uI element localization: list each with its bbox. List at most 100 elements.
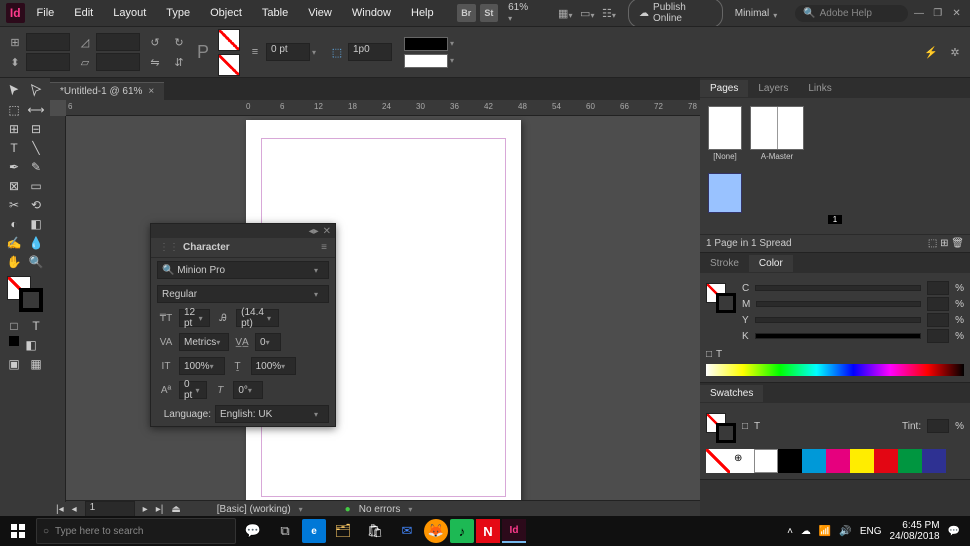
kerning-input[interactable]: Metrics▾ (179, 333, 229, 351)
swatch-paper[interactable] (754, 449, 778, 473)
tab-pages[interactable]: Pages (700, 80, 748, 97)
menu-help[interactable]: Help (403, 3, 442, 23)
view-options-icon[interactable]: ☷ (602, 4, 620, 22)
menu-type[interactable]: Type (158, 3, 198, 23)
selection-tool-icon[interactable] (4, 82, 24, 100)
shear-input[interactable] (96, 53, 140, 71)
menu-window[interactable]: Window (344, 3, 399, 23)
arrange-icon[interactable]: ▦ (558, 4, 576, 22)
swatch-blue[interactable] (922, 449, 946, 473)
tab-layers[interactable]: Layers (748, 80, 798, 97)
spectrum-picker[interactable] (706, 364, 964, 376)
zoom-tool-icon[interactable]: 🔍 (26, 253, 46, 271)
minimize-icon[interactable]: — (912, 7, 927, 19)
gap-tool-icon[interactable]: ⟷ (26, 101, 46, 119)
font-style-input[interactable]: Regular▾ (157, 285, 329, 303)
ref-point-icon[interactable]: ⊞ (6, 33, 24, 51)
swatch-red[interactable] (874, 449, 898, 473)
tray-chevron-icon[interactable]: ˄ (787, 526, 793, 537)
preview-mode-icon[interactable]: ▦ (26, 355, 46, 373)
hscale-input[interactable]: 100%▾ (251, 357, 297, 375)
swatch-container-icon[interactable]: □ (742, 421, 748, 432)
rotate-cw-icon[interactable]: ↻ (170, 33, 188, 51)
direct-selection-tool-icon[interactable] (26, 82, 46, 100)
workspace-switcher[interactable]: Minimal (727, 6, 791, 21)
align-icon[interactable]: ⬍ (6, 53, 24, 71)
a-master-thumb[interactable] (750, 106, 804, 150)
next-page-icon[interactable]: ▸ (143, 504, 148, 515)
panel-grip-icon[interactable]: ⋮⋮ (159, 242, 179, 253)
line-tool-icon[interactable]: ╲ (26, 139, 46, 157)
panel-menu-icon[interactable]: ≡ (321, 242, 327, 253)
formatting-text-icon[interactable]: T (26, 317, 46, 335)
type-tool-icon[interactable]: T (4, 139, 24, 157)
tab-stroke[interactable]: Stroke (700, 255, 749, 272)
language-indicator[interactable]: ENG (860, 526, 882, 537)
swatch-registration[interactable]: ⊕ (730, 449, 754, 473)
baseline-input[interactable]: 0 pt▾ (179, 381, 207, 399)
menu-object[interactable]: Object (202, 3, 250, 23)
swatch-green[interactable] (898, 449, 922, 473)
help-search[interactable]: 🔍 Adobe Help (795, 5, 907, 22)
swatch-yellow[interactable] (850, 449, 874, 473)
skew-input[interactable]: 0°▾ (233, 381, 263, 399)
m-slider[interactable] (756, 301, 921, 307)
vscale-input[interactable]: 100%▾ (179, 357, 225, 375)
x-input[interactable] (26, 33, 70, 51)
y-input[interactable] (26, 53, 70, 71)
none-master-thumb[interactable] (708, 106, 742, 150)
swatch-none[interactable] (706, 449, 730, 473)
container-format-icon[interactable]: □ (706, 349, 712, 360)
menu-edit[interactable]: Edit (66, 3, 101, 23)
document-tab[interactable]: *Untitled-1 @ 61% × (50, 82, 164, 100)
stroke-style-black[interactable] (404, 37, 448, 51)
tab-swatches[interactable]: Swatches (700, 385, 763, 402)
tracking-input[interactable]: 0▾ (255, 333, 281, 351)
apply-gradient-icon[interactable]: ◧ (21, 336, 41, 354)
screen-mode-icon[interactable]: ▭ (580, 4, 598, 22)
menu-view[interactable]: View (300, 3, 340, 23)
tint-value[interactable] (927, 419, 949, 433)
taskbar-search[interactable]: ○ Type here to search (36, 518, 236, 544)
eyedropper-tool-icon[interactable]: 💧 (26, 234, 46, 252)
clock[interactable]: 6:45 PM 24/08/2018 (889, 520, 939, 542)
bridge-badge[interactable]: Br (457, 4, 476, 22)
flash-icon[interactable]: ⚡ (922, 43, 940, 61)
content-placer-icon[interactable]: ⊟ (26, 120, 46, 138)
stroke-weight-dropdown[interactable]: ▾ (312, 48, 322, 57)
scissors-tool-icon[interactable]: ✂ (4, 196, 24, 214)
font-family-input[interactable]: 🔍 Minion Pro▾ (157, 261, 329, 279)
action-center-icon[interactable]: 💬 (948, 526, 960, 537)
wifi-icon[interactable]: 📶 (819, 526, 831, 537)
pencil-tool-icon[interactable]: ✎ (26, 158, 46, 176)
open-icon[interactable]: ⏏ (171, 504, 180, 515)
swatch-text-icon[interactable]: T (754, 421, 760, 432)
swatch-magenta[interactable] (826, 449, 850, 473)
font-size-input[interactable]: 12 pt▾ (179, 309, 210, 327)
errors-label[interactable]: No errors (359, 504, 401, 515)
close-icon[interactable]: ✕ (949, 7, 964, 19)
cortana-icon[interactable]: 💬 (238, 516, 268, 546)
new-page-icon[interactable]: ⊞ (940, 238, 948, 249)
delete-page-icon[interactable]: 🗑 (951, 238, 964, 249)
app-logo-icon[interactable]: Id (6, 3, 25, 23)
tab-close-icon[interactable]: × (148, 86, 154, 97)
prev-page-icon[interactable]: ◂ (72, 504, 77, 515)
leading-input[interactable]: (14.4 pt)▾ (236, 309, 279, 327)
hand-tool-icon[interactable]: ✋ (4, 253, 24, 271)
publish-online-button[interactable]: ☁ Publish Online (628, 0, 723, 28)
panel-close-icon[interactable]: ✕ (323, 226, 331, 237)
rectangle-tool-icon[interactable]: ▭ (26, 177, 46, 195)
swatch-black[interactable] (778, 449, 802, 473)
c-value[interactable] (927, 281, 949, 295)
explorer-icon[interactable]: 🗂 (328, 516, 358, 546)
edge-icon[interactable]: e (302, 519, 326, 543)
last-page-icon[interactable]: ▸| (156, 504, 164, 515)
panel-collapse-icon[interactable]: ◂▸ (309, 226, 319, 237)
m-value[interactable] (927, 297, 949, 311)
spotify-icon[interactable]: ♪ (450, 519, 474, 543)
k-slider[interactable] (755, 333, 921, 339)
y-value[interactable] (927, 313, 949, 327)
normal-view-icon[interactable]: ▣ (4, 355, 24, 373)
mail-icon[interactable]: ✉ (392, 516, 422, 546)
